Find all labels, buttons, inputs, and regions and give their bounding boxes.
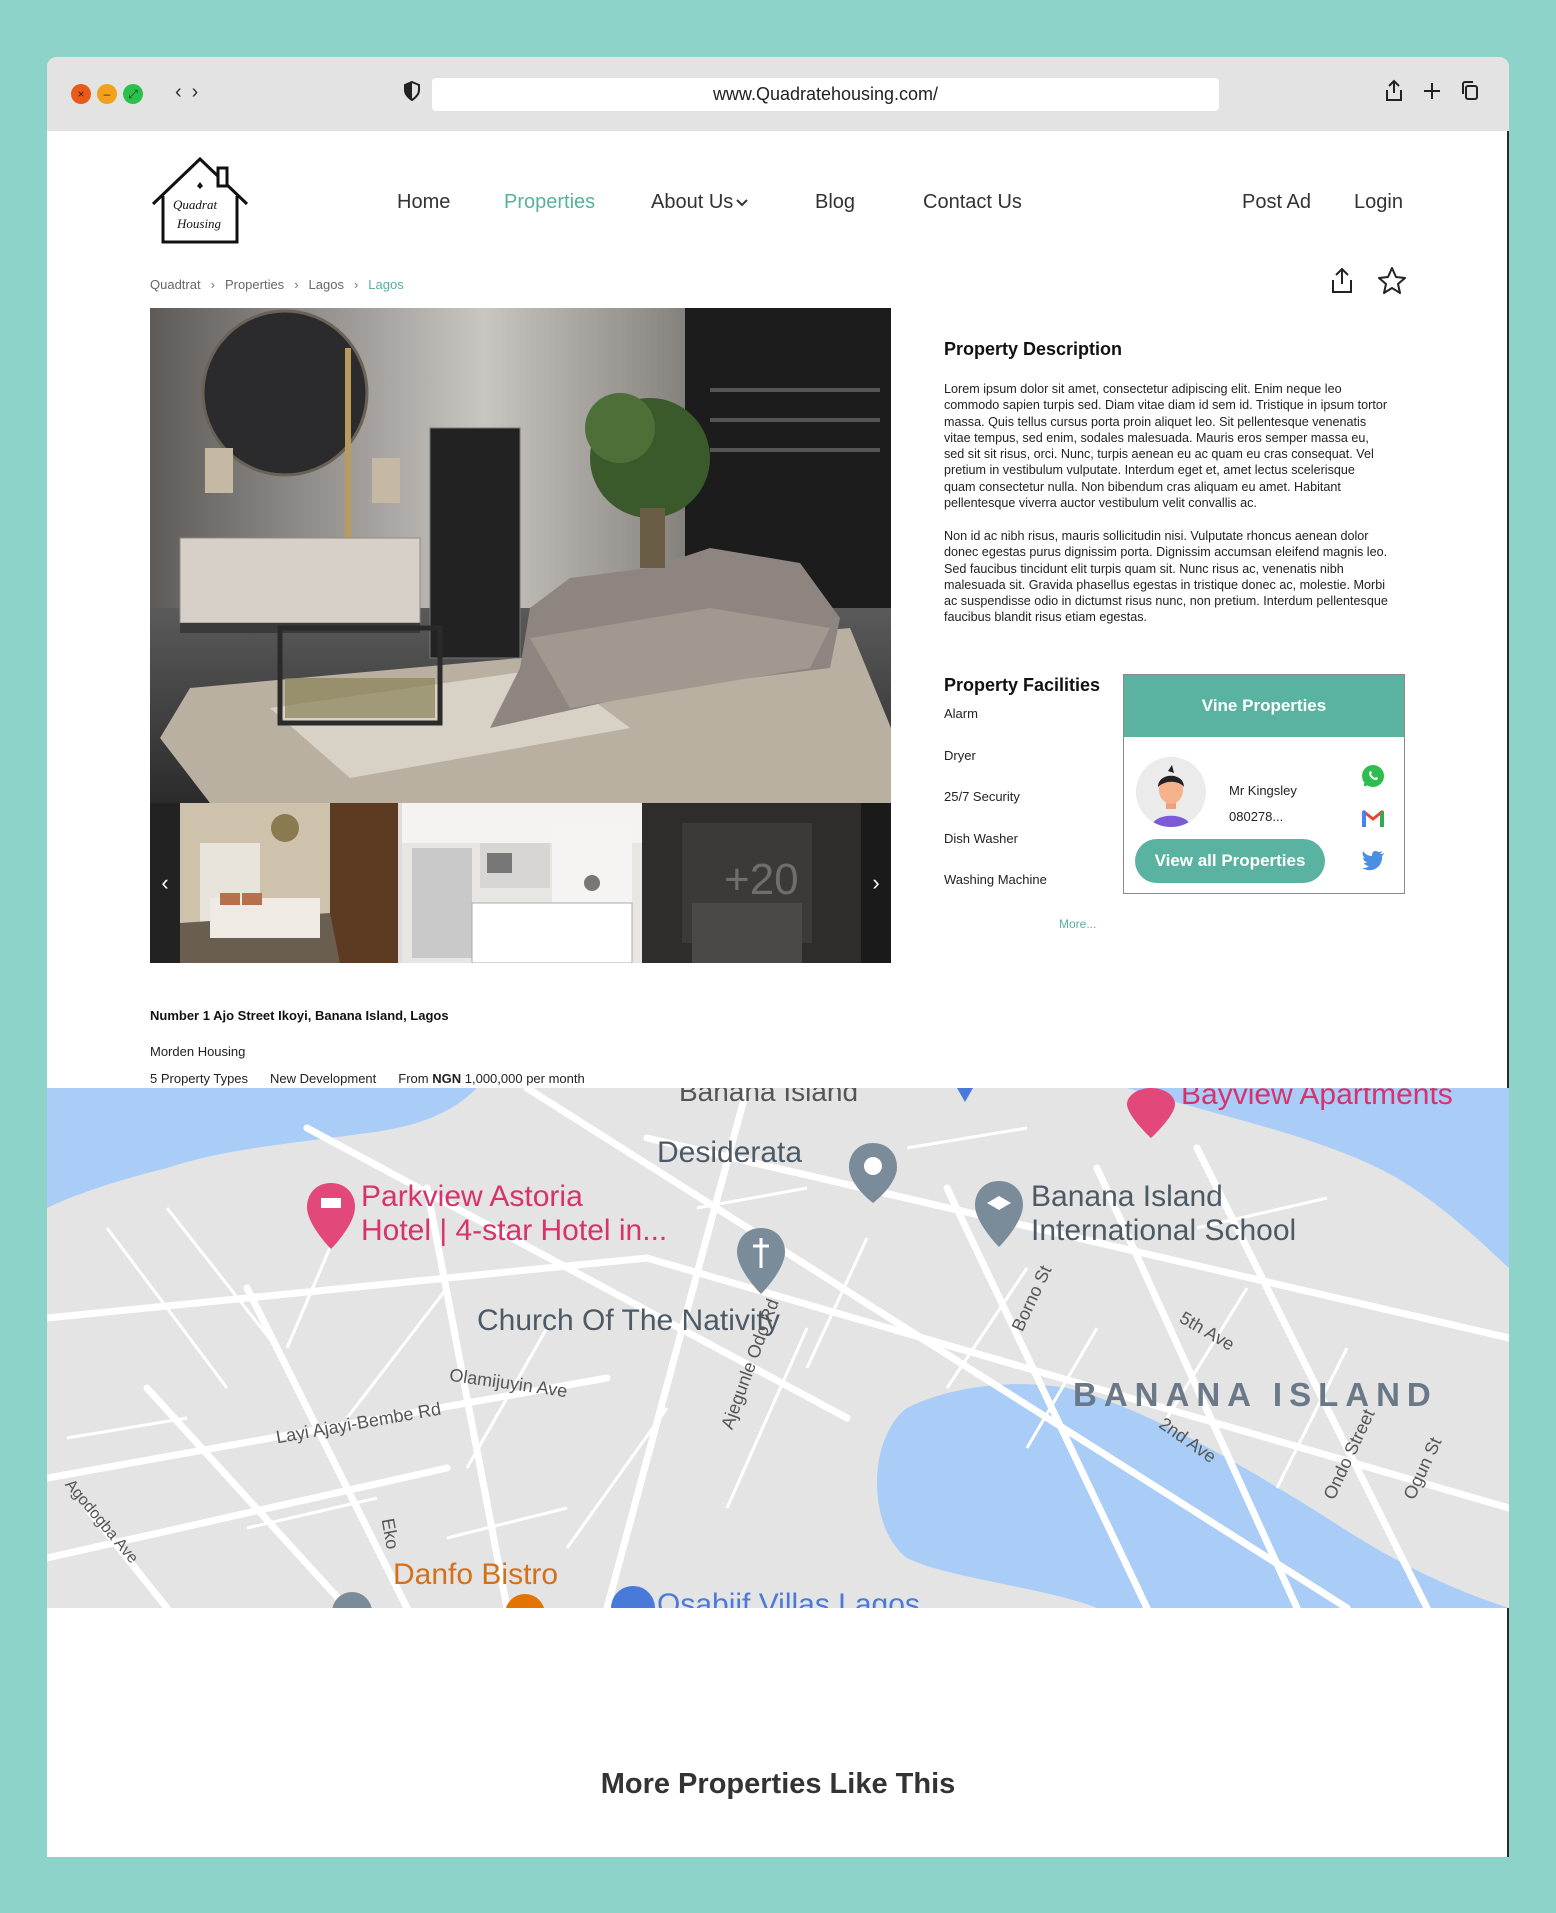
breadcrumb-current: Lagos: [368, 277, 404, 292]
map-label-parkview-1: Parkview Astoria: [361, 1180, 583, 1213]
chevron-right-icon: ›: [294, 277, 299, 292]
property-price: From NGN 1,000,000 per month: [398, 1071, 584, 1086]
tabs-overview-icon[interactable]: [1459, 79, 1481, 103]
logo-text-line1: Quadrat: [173, 197, 218, 212]
back-forward-icon[interactable]: ‹›: [175, 81, 208, 104]
nav-about[interactable]: About Us: [651, 191, 749, 214]
price-prefix: From: [398, 1071, 429, 1086]
main-property-photo[interactable]: [150, 308, 891, 803]
facility-item: Dryer: [944, 748, 976, 763]
kitchen-image: [402, 803, 642, 963]
gallery-prev-button[interactable]: ‹: [150, 803, 180, 963]
chevron-left-icon: ‹: [161, 870, 169, 895]
gmail-icon[interactable]: [1360, 805, 1386, 831]
property-address: Number 1 Ajo Street Ikoyi, Banana Island…: [150, 1008, 449, 1023]
facility-item: Dish Washer: [944, 831, 1018, 846]
price-value: 1,000,000 per month: [464, 1071, 585, 1086]
nav-about-label: About Us: [651, 191, 734, 213]
living-room-image: [150, 308, 891, 803]
favorite-star-icon[interactable]: [1377, 266, 1407, 296]
chevron-right-icon: ›: [353, 277, 359, 292]
map-label-school-2: International School: [1031, 1214, 1297, 1247]
browser-window: × – ⤢ ‹› www.Quadratehousing.com/ Quadra…: [47, 57, 1509, 1857]
nav-properties[interactable]: Properties: [504, 191, 595, 214]
nav-contact[interactable]: Contact Us: [923, 191, 1022, 214]
thumbnail-bedroom[interactable]: [180, 803, 398, 963]
whatsapp-icon[interactable]: [1360, 763, 1386, 789]
chevron-right-icon: ›: [210, 277, 215, 292]
nav-login[interactable]: Login: [1354, 191, 1403, 214]
address-bar[interactable]: www.Quadratehousing.com/: [432, 78, 1219, 111]
nav-home[interactable]: Home: [397, 191, 450, 214]
map-label-banana-top: Banana Island: [679, 1088, 859, 1107]
breadcrumb-item[interactable]: Lagos: [309, 277, 344, 292]
agent-company[interactable]: Vine Properties: [1124, 675, 1404, 737]
chevron-down-icon: [736, 199, 748, 207]
agent-phone: 080278...: [1229, 809, 1284, 824]
nav-blog[interactable]: Blog: [815, 191, 855, 214]
bedroom-image: [180, 803, 398, 963]
browser-toolbar: × – ⤢ ‹› www.Quadratehousing.com/: [47, 57, 1509, 131]
facilities-more-link[interactable]: More...: [1059, 917, 1096, 931]
agent-card: Vine Properties Mr Kingsley 080278... Vi…: [1123, 674, 1405, 894]
location-map[interactable]: Banana Island Bayview Apartments Desider…: [47, 1088, 1509, 1608]
avatar: [1136, 757, 1206, 827]
facility-item: Alarm: [944, 706, 978, 721]
nav-post-ad[interactable]: Post Ad: [1242, 191, 1311, 214]
description-title: Property Description: [944, 339, 1123, 359]
person-icon: [1136, 757, 1206, 827]
agent-name: Mr Kingsley: [1229, 783, 1297, 798]
twitter-icon[interactable]: [1360, 847, 1386, 873]
more-properties-title: More Properties Like This: [600, 1768, 956, 1800]
new-tab-icon[interactable]: [1421, 79, 1443, 103]
logo-text-line2: Housing: [177, 216, 222, 231]
property-subtitle: Morden Housing: [150, 1044, 246, 1059]
thumbnail-kitchen[interactable]: [402, 803, 642, 963]
description-paragraph-1: Lorem ipsum dolor sit amet, consectetur …: [944, 382, 1388, 511]
share-listing-icon[interactable]: [1329, 267, 1355, 295]
close-window-button[interactable]: ×: [71, 84, 91, 104]
thumbnail-more-photos[interactable]: +20: [642, 803, 861, 963]
map-label-desiderata: Desiderata: [657, 1136, 803, 1169]
share-icon[interactable]: [1383, 79, 1405, 103]
property-meta: 5 Property Types New Development From NG…: [150, 1071, 585, 1086]
map-label-danfo: Danfo Bistro: [393, 1558, 559, 1591]
chevron-right-icon: ›: [872, 870, 880, 895]
more-photos-count: +20: [724, 855, 799, 904]
map-label-osabiif: Osabiif Villas Lagos: [657, 1588, 920, 1608]
facility-item: 25/7 Security: [944, 789, 1020, 804]
maximize-window-button[interactable]: ⤢: [123, 84, 143, 104]
minimize-window-button[interactable]: –: [97, 84, 117, 104]
breadcrumb-item[interactable]: Quadtrat: [150, 277, 201, 292]
map-label-school-1: Banana Island: [1031, 1180, 1223, 1213]
map-label-church: Church Of The Nativity: [477, 1304, 780, 1337]
gallery-next-button[interactable]: ›: [861, 803, 891, 963]
breadcrumb-item[interactable]: Properties: [225, 277, 284, 292]
shield-icon: [404, 81, 420, 101]
view-all-properties-button[interactable]: View all Properties: [1135, 839, 1325, 883]
property-types: 5 Property Types: [150, 1071, 249, 1086]
property-status: New Development: [270, 1071, 377, 1086]
breadcrumb: Quadtrat › Properties › Lagos › Lagos: [150, 277, 404, 292]
description-paragraph-2: Non id ac nibh risus, mauris sollicitudi…: [944, 529, 1388, 625]
map-label-parkview-2: Hotel | 4-star Hotel in...: [361, 1214, 668, 1247]
map-label-banana-island: BANANA ISLAND: [1073, 1376, 1438, 1413]
facilities-title: Property Facilities: [944, 675, 1101, 695]
map-label-bayview: Bayview Apartments: [1181, 1088, 1453, 1111]
price-currency: NGN: [432, 1071, 462, 1086]
photo-thumbnail-strip: +20 ‹ ›: [150, 803, 891, 963]
facility-item: Washing Machine: [944, 872, 1047, 887]
website: Quadrat Housing Home Properties About Us…: [47, 131, 1509, 1857]
